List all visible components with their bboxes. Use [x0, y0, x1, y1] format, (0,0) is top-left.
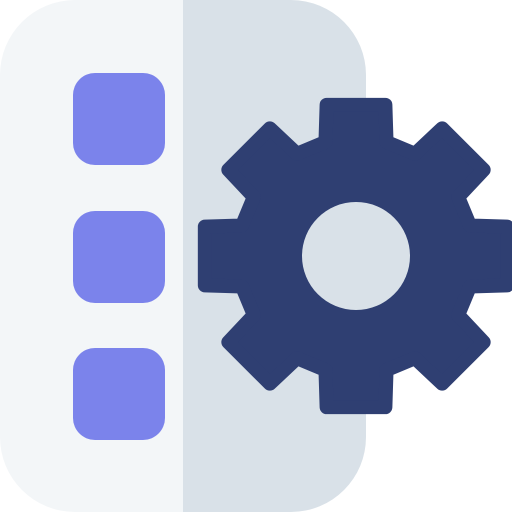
bullet-square: [73, 73, 165, 165]
bullet-square: [73, 211, 165, 303]
gear-icon: [197, 97, 512, 415]
gear-hole: [302, 202, 410, 310]
settings-document-illustration: [0, 0, 512, 512]
bullet-square: [73, 348, 165, 440]
settings-document-icon: [0, 0, 512, 512]
bullet-list: [73, 73, 165, 440]
